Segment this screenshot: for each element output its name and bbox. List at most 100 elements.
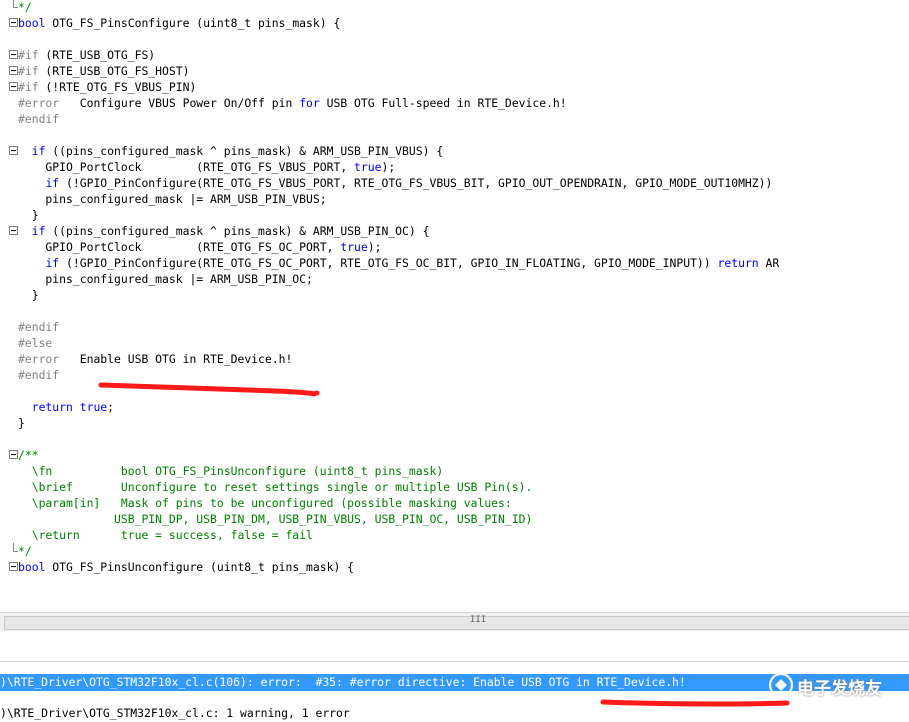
code-line[interactable] (0, 127, 18, 143)
code-line[interactable]: \param[in] Mask of pins to be unconfigur… (0, 495, 512, 511)
code-line[interactable]: } (0, 287, 39, 303)
code-line[interactable]: if ((pins_configured_mask ^ pins_mask) &… (0, 143, 443, 159)
fold-minus-icon[interactable] (7, 223, 18, 239)
code-text: } (18, 207, 39, 223)
code-line[interactable]: } (0, 207, 39, 223)
code-text: */ (18, 0, 32, 15)
horizontal-scrollbar[interactable]: III (0, 612, 909, 632)
code-line[interactable]: #if (RTE_USB_OTG_FS_HOST) (0, 63, 189, 79)
code-line[interactable]: } (0, 415, 25, 431)
fold-minus-icon[interactable] (7, 559, 18, 575)
comment-token: */ (18, 544, 32, 558)
preprocessor-token: #endif (18, 320, 60, 334)
build-summary-line[interactable]: )\RTE_Driver\OTG_STM32F10x_cl.c: 1 warni… (0, 705, 350, 722)
preprocessor-token: #endif (18, 112, 60, 126)
fold-minus-icon[interactable] (7, 447, 18, 463)
code-token: OTG_FS_PinsUnconfigure (uint8_t pins_mas… (45, 560, 355, 574)
code-token: USB OTG Full-speed in RTE_Device.h! (319, 96, 567, 110)
preprocessor-token: #if (18, 80, 39, 94)
fold-minus-icon[interactable] (7, 15, 18, 31)
keyword-token: if (31, 144, 46, 158)
code-line[interactable]: #if (!RTE_OTG_FS_VBUS_PIN) (0, 79, 196, 95)
code-line[interactable]: GPIO_PortClock (RTE_OTG_FS_OC_PORT, true… (0, 239, 381, 255)
code-line[interactable]: #error Configure VBUS Power On/Off pin f… (0, 95, 567, 111)
code-text: #if (RTE_USB_OTG_FS) (18, 47, 155, 63)
code-token: ((pins_configured_mask ^ pins_mask) & AR… (45, 144, 444, 158)
code-line[interactable] (0, 31, 18, 47)
code-line[interactable]: if (!GPIO_PinConfigure(RTE_OTG_FS_OC_POR… (0, 255, 779, 271)
code-line[interactable] (0, 591, 18, 607)
scrollbar-grip-icon: III (470, 615, 487, 625)
code-text: \fn bool OTG_FS_PinsUnconfigure (uint8_t… (18, 463, 443, 479)
fold-minus-icon[interactable] (7, 79, 18, 95)
code-line[interactable]: bool OTG_FS_PinsUnconfigure (uint8_t pin… (0, 559, 354, 575)
code-line[interactable]: if (!GPIO_PinConfigure(RTE_OTG_FS_VBUS_P… (0, 175, 772, 191)
code-line[interactable]: USB_PIN_DP, USB_PIN_DM, USB_PIN_VBUS, US… (0, 511, 532, 527)
code-text: bool OTG_FS_PinsConfigure (uint8_t pins_… (18, 15, 340, 31)
code-line[interactable]: return true; (0, 399, 114, 415)
code-line[interactable]: \fn bool OTG_FS_PinsUnconfigure (uint8_t… (0, 463, 443, 479)
code-line[interactable]: /** (0, 447, 39, 463)
keyword-token: true (354, 160, 382, 174)
code-line[interactable]: if ((pins_configured_mask ^ pins_mask) &… (0, 223, 429, 239)
keyword-token: return (31, 400, 73, 414)
scrollbar-thumb[interactable] (4, 616, 909, 630)
code-line[interactable]: #else (0, 335, 52, 351)
code-token: } (18, 288, 39, 302)
code-line[interactable]: #endif (0, 319, 59, 335)
code-editor[interactable]: */bool OTG_FS_PinsConfigure (uint8_t pin… (0, 0, 909, 612)
comment-token: */ (18, 0, 32, 14)
code-line[interactable] (0, 575, 18, 591)
build-output-panel[interactable]: )\RTE_Driver\OTG_STM32F10x_cl.c(106): er… (0, 662, 909, 722)
code-line[interactable]: #if (RTE_USB_OTG_FS) (0, 47, 155, 63)
code-text: return true; (18, 399, 114, 415)
comment-token: \return true = success, false = fail (18, 528, 313, 542)
code-line[interactable] (0, 431, 18, 447)
code-token: GPIO_PortClock (RTE_OTG_FS_VBUS_PORT, (18, 160, 355, 174)
code-text: #if (!RTE_OTG_FS_VBUS_PIN) (18, 79, 196, 95)
code-line[interactable]: pins_configured_mask |= ARM_USB_PIN_VBUS… (0, 191, 327, 207)
code-text: #else (18, 335, 52, 351)
code-line[interactable]: bool OTG_FS_PinsConfigure (uint8_t pins_… (0, 15, 340, 31)
code-token: (RTE_USB_OTG_FS) (38, 48, 156, 62)
fold-minus-icon[interactable] (7, 63, 18, 79)
code-line[interactable]: #error Enable USB OTG in RTE_Device.h! (0, 351, 292, 367)
code-line[interactable]: \brief Unconfigure to reset settings sin… (0, 479, 533, 495)
code-line[interactable]: GPIO_PortClock (RTE_OTG_FS_VBUS_PORT, tr… (0, 159, 395, 175)
code-line[interactable] (0, 303, 18, 319)
code-text: \brief Unconfigure to reset settings sin… (18, 479, 533, 495)
keyword-token: if (45, 176, 60, 190)
fold-end-icon (7, 0, 18, 15)
code-token: pins_configured_mask |= ARM_USB_PIN_VBUS… (18, 192, 327, 206)
code-line[interactable]: #endif (0, 111, 59, 127)
code-text: #endif (18, 367, 59, 383)
code-line[interactable]: #endif (0, 367, 59, 383)
fold-minus-icon[interactable] (7, 47, 18, 63)
build-error-line[interactable]: )\RTE_Driver\OTG_STM32F10x_cl.c(106): er… (0, 674, 909, 691)
code-text: GPIO_PortClock (RTE_OTG_FS_VBUS_PORT, tr… (18, 159, 395, 175)
code-text: \return true = success, false = fail (18, 527, 313, 543)
code-line[interactable]: \return true = success, false = fail (0, 527, 313, 543)
panel-divider (0, 631, 909, 662)
preprocessor-token: #else (18, 336, 53, 350)
code-line[interactable]: pins_configured_mask |= ARM_USB_PIN_OC; (0, 271, 312, 287)
fold-minus-icon[interactable] (7, 143, 18, 159)
keyword-token: if (31, 224, 46, 238)
code-line[interactable]: */ (0, 0, 32, 15)
code-line[interactable]: */ (0, 543, 32, 559)
code-line[interactable] (0, 383, 18, 399)
